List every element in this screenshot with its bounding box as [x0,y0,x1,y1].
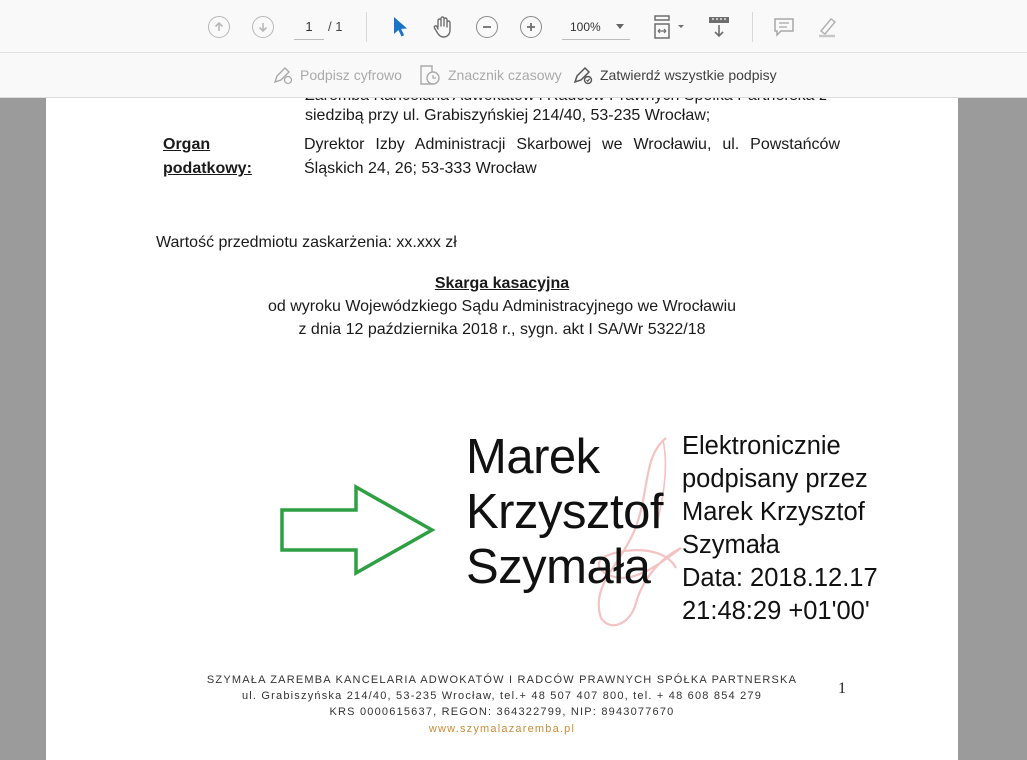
prev-page-button[interactable] [206,13,232,41]
zoom-level-value: 100% [570,20,601,34]
next-page-icon [252,16,274,38]
heading-text: Skarga kasacyjna [434,275,570,292]
validate-all-signatures-button[interactable]: Zatwierdź wszystkie podpisy [572,65,777,85]
viewer-background-right [958,98,1027,760]
signature-detail-line: Szymała [682,531,780,559]
timestamp-clock-icon [420,65,440,85]
zoom-in-button[interactable] [518,13,544,41]
comment-button[interactable] [771,13,797,41]
footer-company: SZYMAŁA ZAREMBA KANCELARIA ADWOKATÓW I R… [206,674,798,686]
document-heading: Skarga kasacyjna [46,272,958,296]
timestamp-button[interactable]: Znacznik czasowy [418,65,562,85]
signature-detail-line: Marek Krzysztof [682,498,865,526]
organ-label: Organ podatkowy: [163,136,252,177]
heading-line-1: od wyroku Wojewódzkiego Sądu Administrac… [267,298,737,315]
zoom-level-select[interactable]: 100% [562,14,630,40]
validate-all-label: Zatwierdź wszystkie podpisy [600,67,777,83]
scroll-mode-button[interactable] [705,13,733,41]
value-of-dispute: Wartość przedmiotu zaskarżenia: xx.xxx z… [156,234,457,251]
highlight-button[interactable] [813,13,841,41]
sign-digitally-button[interactable]: Podpisz cyfrowo [272,65,402,85]
viewer-background-left [0,98,46,760]
validate-signature-icon [573,66,593,85]
select-tool-button[interactable] [387,13,413,41]
scroll-mode-icon [709,17,729,38]
document-text-line: siedzibą przy ul. Grabiszyńskiej 214/40,… [305,107,711,124]
signature-name: Marek Krzysztof Szymała [466,430,663,595]
toolbar-divider [366,12,367,42]
fit-page-button[interactable] [648,13,688,41]
highlight-icon [819,18,837,38]
hand-tool-button[interactable] [429,13,457,41]
page-number-input[interactable]: 1 [294,14,324,40]
footer-website-link[interactable]: www.szymalazaremba.pl [46,723,958,735]
signature-name-line: Szymała [466,540,651,594]
signature-detail-line: 21:48:29 +01'00' [682,597,870,625]
sign-digitally-label: Podpisz cyfrowo [300,67,402,83]
signature-name-line: Krzysztof [466,485,663,539]
prev-page-icon [208,16,230,38]
chevron-down-icon [616,24,624,29]
footer-address: ul. Grabiszyńska 214/40, 53-235 Wrocław,… [241,690,763,702]
fit-page-icon [654,15,684,39]
select-cursor-icon [394,17,408,37]
comment-icon [774,18,794,37]
zoom-out-icon [476,16,498,38]
signature-detail-line: Data: 2018.12.17 [682,564,878,592]
signature-toolbar: Podpisz cyfrowo Znacznik czasowy Zatwier… [0,53,1027,98]
signature-detail-line: podpisany przez [682,465,868,493]
toolbar-divider [752,12,753,42]
hand-tool-icon [433,16,451,38]
signature-name-line: Marek [466,430,600,484]
sign-pen-icon [273,67,293,85]
document-page: Zaremba Kancelaria Adwokatów i Radców Pr… [46,98,958,760]
footer-registry: KRS 0000615637, REGON: 364322799, NIP: 8… [329,706,675,718]
heading-line-2: z dnia 12 października 2018 r., sygn. ak… [298,321,706,338]
next-page-button[interactable] [250,13,276,41]
right-arrow-icon [280,484,436,576]
main-toolbar: 1 / 1 100% [0,0,1027,53]
timestamp-label: Znacznik czasowy [448,67,562,83]
signature-detail-line: Elektronicznie [682,432,841,460]
page-number: 1 [838,680,846,697]
zoom-in-icon [520,16,542,38]
page-total-label: / 1 [328,19,343,34]
signature-details[interactable]: Elektronicznie podpisany przez Marek Krz… [682,430,878,628]
zoom-out-button[interactable] [474,13,500,41]
organ-text: Dyrektor Izby Administracji Skarbowej we… [304,136,840,177]
